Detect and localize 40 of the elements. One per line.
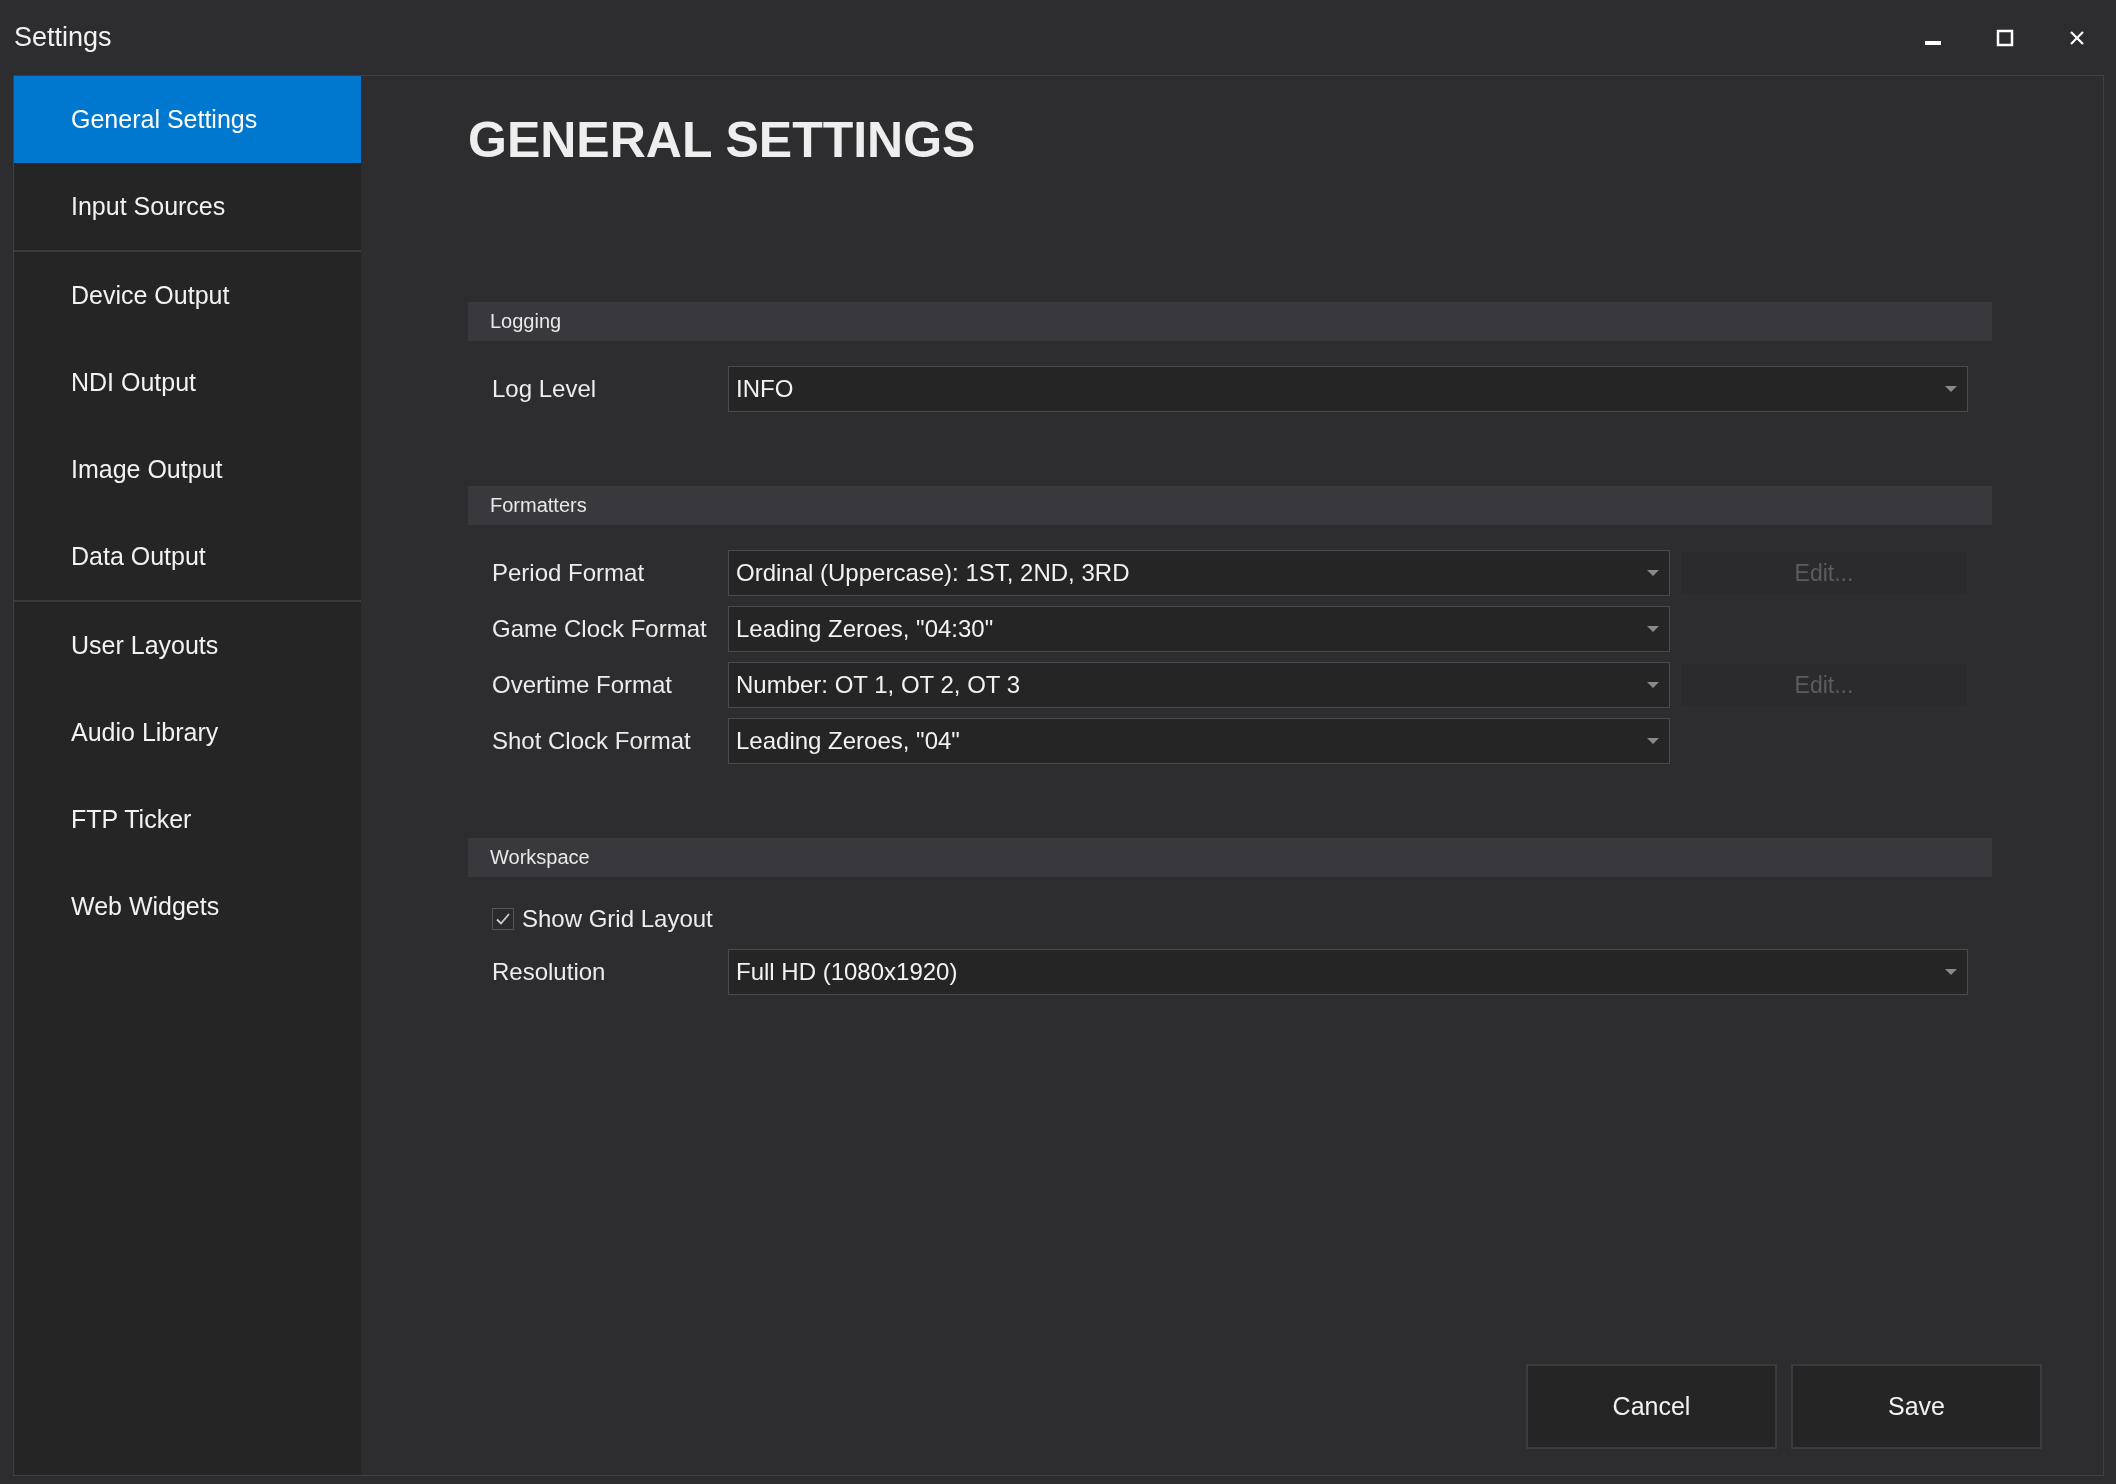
dropdown[interactable]: Ordinal (Uppercase): 1ST, 2ND, 3RD [728, 550, 1670, 596]
caret-icon [1647, 569, 1659, 577]
caret-icon [1647, 625, 1659, 633]
sidebar-item[interactable]: General Settings [14, 76, 361, 163]
dropdown[interactable]: Full HD (1080x1920) [728, 949, 1968, 995]
section-header: Logging [468, 302, 1992, 341]
caret-icon [1945, 385, 1957, 393]
maximize-icon[interactable] [1996, 28, 2014, 47]
sidebar-item[interactable]: NDI Output [14, 339, 361, 426]
caret-icon [1945, 968, 1957, 976]
caret-icon [1647, 681, 1659, 689]
action-button[interactable]: Cancel [1526, 1364, 1777, 1449]
sidebar-item[interactable]: Web Widgets [14, 863, 361, 950]
sidebar-item[interactable]: Image Output [14, 426, 361, 513]
check-icon [495, 911, 511, 927]
field-label: Log Level [492, 375, 598, 403]
close-icon[interactable] [2068, 28, 2086, 47]
field-label: Shot Clock Format [492, 727, 692, 755]
dropdown[interactable]: Leading Zeroes, "04" [728, 718, 1670, 764]
field-label: Resolution [492, 958, 607, 986]
caret-icon [1647, 737, 1659, 745]
field-label: Overtime Format [492, 671, 674, 699]
dropdown[interactable]: Leading Zeroes, "04:30" [728, 606, 1670, 652]
checkbox-label[interactable]: Show Grid Layout [522, 905, 713, 933]
sidebar-item[interactable]: Input Sources [14, 163, 361, 250]
action-button[interactable]: Save [1791, 1364, 2042, 1449]
sidebar-item[interactable]: User Layouts [14, 602, 361, 689]
sidebar-item[interactable]: Audio Library [14, 689, 361, 776]
sidebar-item[interactable]: Device Output [14, 252, 361, 339]
window-title: Settings [14, 22, 112, 53]
section-header: Workspace [468, 838, 1992, 877]
dropdown[interactable]: Number: OT 1, OT 2, OT 3 [728, 662, 1670, 708]
field-label: Period Format [492, 559, 646, 587]
page-heading: GENERAL SETTINGS [468, 111, 977, 170]
checkbox[interactable] [492, 908, 514, 930]
dropdown[interactable]: INFO [728, 366, 1968, 412]
section-header: Formatters [468, 486, 1992, 525]
sidebar-item[interactable]: Data Output [14, 513, 361, 600]
field-label: Game Clock Format [492, 615, 708, 643]
sidebar-item[interactable]: FTP Ticker [14, 776, 361, 863]
